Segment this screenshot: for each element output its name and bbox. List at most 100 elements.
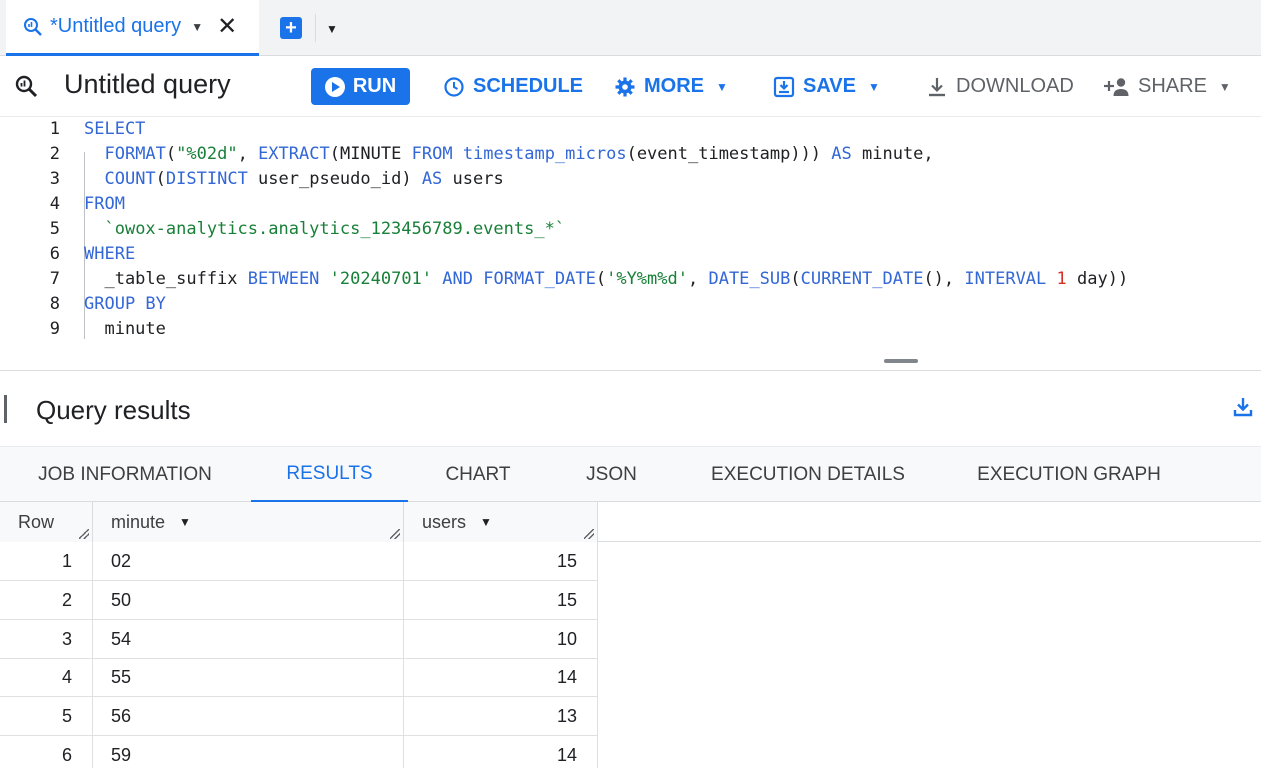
code-line[interactable]: 9 minute bbox=[0, 317, 1261, 342]
code-token: 1 bbox=[1056, 269, 1067, 289]
tab-strip: *Untitled query ▼ ✕ + ▼ bbox=[0, 0, 1261, 56]
code-token: , bbox=[237, 144, 259, 164]
code-token: _table_suffix bbox=[84, 269, 248, 289]
code-token: FORMAT bbox=[104, 144, 166, 164]
code-line[interactable]: 1 SELECT bbox=[0, 117, 1261, 142]
code-token: WHERE bbox=[84, 244, 136, 264]
minute-cell: 55 bbox=[93, 658, 404, 698]
code-text: SELECT bbox=[84, 117, 145, 142]
column-resize-icon[interactable] bbox=[584, 529, 594, 539]
code-token: INTERVAL bbox=[964, 269, 1047, 289]
close-icon[interactable]: ✕ bbox=[217, 14, 237, 39]
share-button[interactable]: SHARE ▼ bbox=[1104, 68, 1231, 105]
code-token: timestamp_micros bbox=[462, 144, 627, 164]
code-token: '20240701' bbox=[329, 269, 433, 289]
row-number-cell: 6 bbox=[0, 736, 93, 768]
code-token: FORMAT_DATE bbox=[483, 269, 596, 289]
code-line[interactable]: 7 _table_suffix BETWEEN '20240701' AND F… bbox=[0, 267, 1261, 292]
code-token: DATE_SUB bbox=[708, 269, 791, 289]
code-token: CURRENT_DATE bbox=[800, 269, 924, 289]
column-resize-icon[interactable] bbox=[79, 529, 89, 539]
tab-json[interactable]: JSON bbox=[548, 447, 675, 503]
table-row[interactable]: 2 50 15 bbox=[0, 580, 598, 620]
code-text: FORMAT("%02d", EXTRACT(MINUTE FROM times… bbox=[84, 142, 933, 167]
table-row[interactable]: 5 56 13 bbox=[0, 697, 598, 737]
code-token: , bbox=[687, 269, 709, 289]
person-add-icon bbox=[1104, 77, 1129, 96]
tab-results[interactable]: RESULTS bbox=[251, 447, 408, 503]
table-row[interactable]: 6 59 14 bbox=[0, 736, 598, 768]
sort-caret-icon[interactable]: ▼ bbox=[480, 515, 492, 529]
share-button-label: SHARE bbox=[1138, 75, 1207, 97]
query-tab-label: *Untitled query bbox=[50, 15, 182, 37]
results-panel-handle[interactable] bbox=[4, 395, 7, 423]
sql-editor[interactable]: 1 SELECT 2 FORMAT("%02d", EXTRACT(MINUTE F… bbox=[0, 116, 1261, 370]
code-token: FROM bbox=[84, 194, 125, 214]
tab-job-information[interactable]: JOB INFORMATION bbox=[0, 447, 250, 503]
save-icon bbox=[773, 76, 795, 97]
users-cell: 14 bbox=[404, 658, 598, 698]
users-cell: 13 bbox=[404, 697, 598, 737]
code-token: user_pseudo_id) bbox=[247, 169, 422, 189]
line-number: 2 bbox=[49, 144, 60, 164]
code-token: ( bbox=[790, 269, 801, 289]
code-token: (event_timestamp))) bbox=[626, 144, 832, 164]
line-number: 4 bbox=[49, 194, 60, 214]
save-button-label: SAVE bbox=[803, 75, 856, 97]
add-tab-icon[interactable]: + bbox=[280, 17, 302, 39]
tab-execution-graph[interactable]: EXECUTION GRAPH bbox=[941, 447, 1197, 503]
tab-menu-caret-icon[interactable]: ▼ bbox=[191, 20, 203, 34]
code-token: AS bbox=[831, 144, 852, 164]
code-text: minute bbox=[84, 317, 165, 342]
query-results-header: Query results bbox=[0, 370, 1261, 446]
code-line[interactable]: 3 COUNT(DISTINCT user_pseudo_id) AS user… bbox=[0, 167, 1261, 192]
results-title: Query results bbox=[36, 395, 191, 425]
code-line[interactable]: 4 FROM bbox=[0, 192, 1261, 217]
code-token: "%02d" bbox=[176, 144, 238, 164]
tab-execution-details[interactable]: EXECUTION DETAILS bbox=[675, 447, 941, 503]
line-number: 3 bbox=[49, 169, 60, 189]
column-resize-icon[interactable] bbox=[390, 529, 400, 539]
table-row[interactable]: 3 54 10 bbox=[0, 619, 598, 659]
schedule-button[interactable]: SCHEDULE bbox=[443, 68, 583, 105]
users-cell: 14 bbox=[404, 736, 598, 768]
more-button-label: MORE bbox=[644, 75, 704, 97]
minute-cell: 50 bbox=[93, 580, 404, 620]
code-text: _table_suffix BETWEEN '20240701' AND FOR… bbox=[84, 267, 1128, 292]
run-button[interactable]: RUN bbox=[311, 68, 410, 105]
minute-cell: 54 bbox=[93, 619, 404, 659]
minute-cell: 59 bbox=[93, 736, 404, 768]
column-header-users[interactable]: users ▼ bbox=[404, 502, 598, 542]
save-button[interactable]: SAVE ▼ bbox=[773, 68, 880, 105]
column-header-minute[interactable]: minute ▼ bbox=[93, 502, 404, 542]
table-header: Row minute ▼ users ▼ bbox=[0, 502, 1261, 542]
code-line[interactable]: 2 FORMAT("%02d", EXTRACT(MINUTE FROM tim… bbox=[0, 142, 1261, 167]
query-tab[interactable]: *Untitled query ▼ ✕ bbox=[6, 0, 259, 56]
editor-resize-handle[interactable] bbox=[884, 359, 918, 363]
column-header-row[interactable]: Row bbox=[0, 502, 93, 542]
code-line[interactable]: 8 GROUP BY bbox=[0, 292, 1261, 317]
table-row[interactable]: 4 55 14 bbox=[0, 658, 598, 698]
column-header-label: Row bbox=[18, 511, 55, 532]
download-button[interactable]: DOWNLOAD bbox=[926, 68, 1074, 105]
download-icon[interactable] bbox=[1232, 396, 1254, 418]
table-row[interactable]: 1 02 15 bbox=[0, 542, 598, 581]
column-header-label: users bbox=[422, 511, 467, 532]
gear-icon bbox=[615, 77, 635, 96]
row-number-cell: 4 bbox=[0, 658, 93, 698]
row-number-cell: 2 bbox=[0, 580, 93, 620]
code-line[interactable]: 5 `owox-analytics.analytics_123456789.ev… bbox=[0, 217, 1261, 242]
new-tab-caret-icon[interactable]: ▼ bbox=[326, 22, 338, 36]
code-token: `owox-analytics.analytics_123456789.even… bbox=[104, 219, 566, 239]
tab-chart[interactable]: CHART bbox=[408, 447, 548, 503]
users-cell: 15 bbox=[404, 580, 598, 620]
code-line[interactable]: 6 WHERE bbox=[0, 242, 1261, 267]
results-table: Row minute ▼ users ▼ 1 02 15 2 50 15 3 54 10 4 55 1… bbox=[0, 502, 1261, 768]
more-button[interactable]: MORE ▼ bbox=[614, 68, 728, 105]
line-number: 1 bbox=[49, 119, 60, 139]
sort-caret-icon[interactable]: ▼ bbox=[179, 515, 191, 529]
